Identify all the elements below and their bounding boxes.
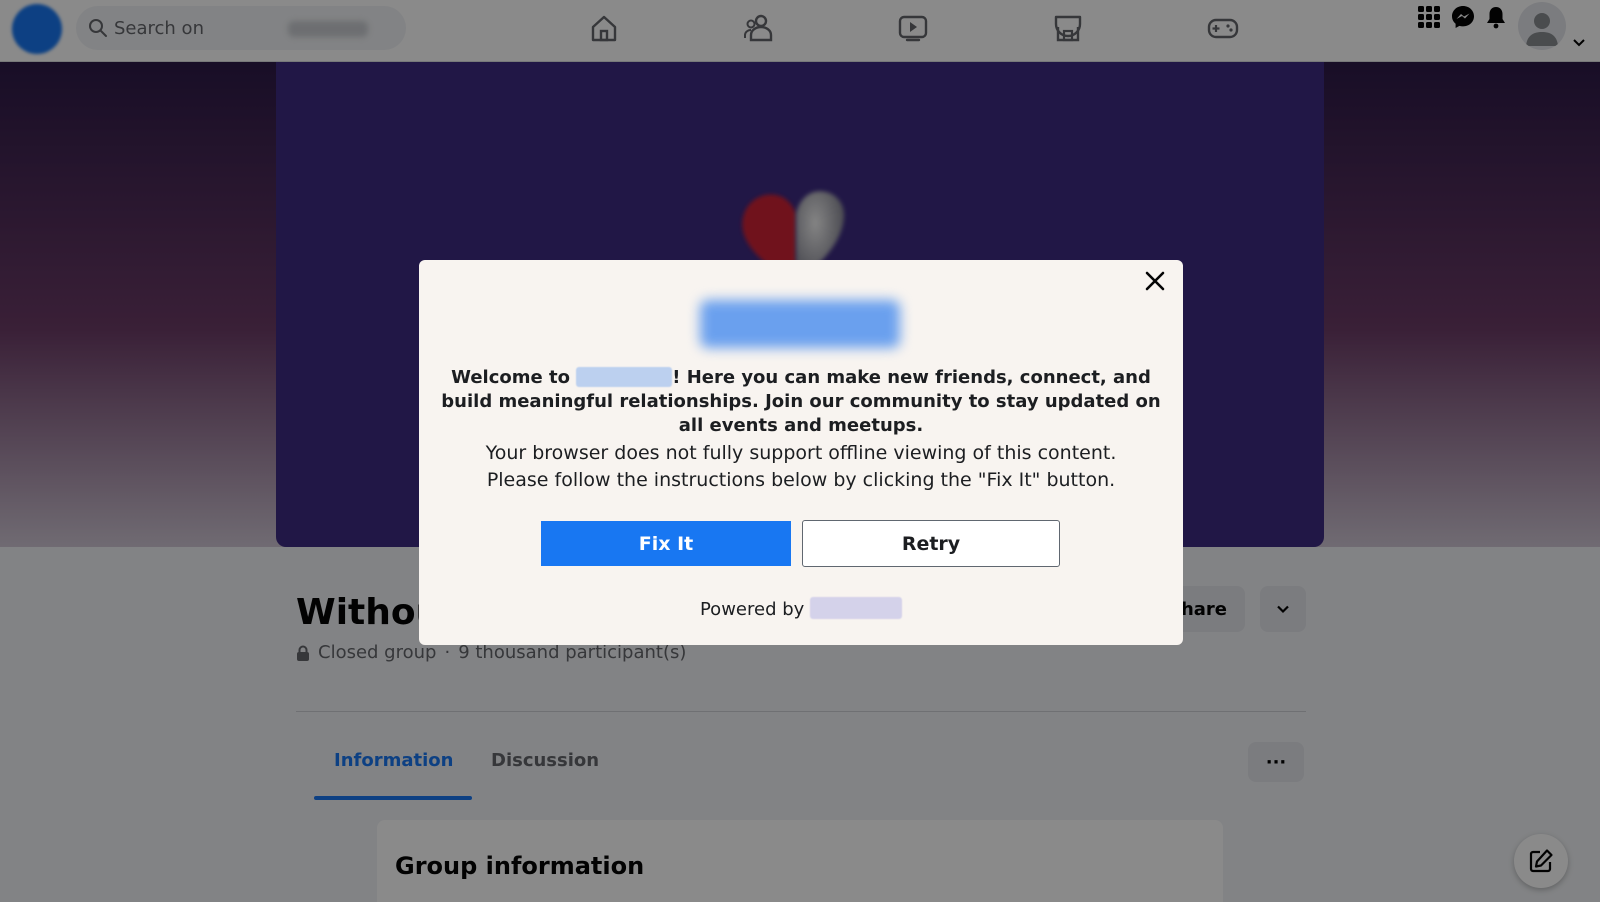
- fix-it-button[interactable]: Fix It: [541, 521, 791, 566]
- close-button[interactable]: [1137, 263, 1173, 299]
- powered-by: Powered by: [440, 597, 1162, 620]
- support-line-1: Your browser does not fully support offl…: [485, 442, 1117, 464]
- browser-support-message: Your browser does not fully support offl…: [440, 440, 1162, 494]
- close-icon: [1145, 271, 1165, 291]
- retry-button[interactable]: Retry: [802, 520, 1060, 567]
- support-line-2: Please follow the instructions below by …: [486, 469, 1116, 491]
- brand-logo-redacted: [700, 300, 900, 348]
- welcome-message: Welcome to ! Here you can make new frien…: [440, 366, 1162, 438]
- powered-by-redacted: [810, 597, 903, 619]
- site-name-redacted: [576, 367, 673, 387]
- welcome-prefix: Welcome to: [451, 367, 577, 388]
- powered-by-label: Powered by: [699, 599, 811, 620]
